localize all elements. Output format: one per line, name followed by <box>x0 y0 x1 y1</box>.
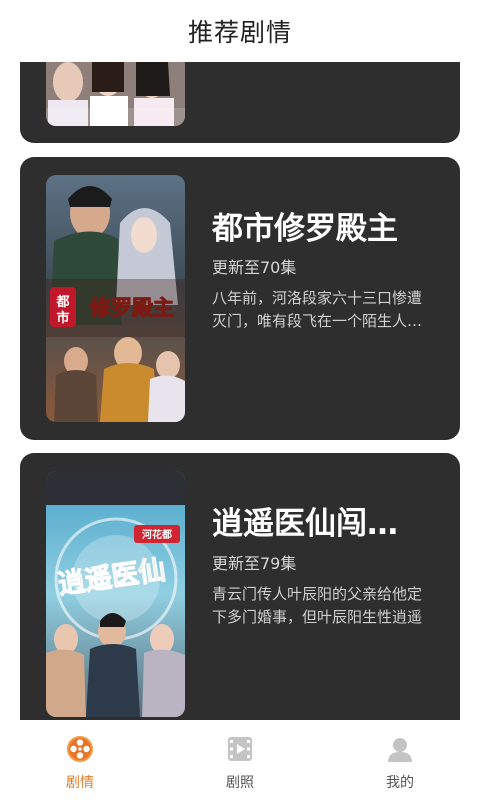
svg-text:市: 市 <box>56 310 69 326</box>
drama-card[interactable]: 都 市 修罗殿主 都市修罗殿主 更新至70集 八年前，河洛段家六十三口惨遭灭门，… <box>20 157 460 440</box>
tab-label: 我的 <box>386 775 414 791</box>
drama-update-status: 更新至79集 <box>212 554 297 573</box>
tab-label: 剧照 <box>226 775 254 791</box>
bottom-tab-bar: 剧情 剧照 我的 <box>0 720 480 800</box>
drama-description: 八年前，河洛段家六十三口惨遭灭门，唯有段飞在一个陌生人的帮助下活了下来 <box>212 289 423 330</box>
svg-text:修罗殿主: 修罗殿主 <box>89 296 174 320</box>
user-icon <box>385 734 415 764</box>
drama-description: 青云门传人叶辰阳的父亲给他定下多门婚事，但叶辰阳生性逍遥 <box>212 585 423 626</box>
drama-poster: 都 市 修罗殿主 <box>46 175 185 422</box>
tab-label: 剧情 <box>66 775 94 791</box>
drama-poster <box>46 52 185 126</box>
tab-drama[interactable]: 剧情 <box>0 720 160 800</box>
drama-title: 逍遥医仙闯… <box>212 506 398 542</box>
app-root: 都 市 修罗殿主 都市修罗殿主 更新至70集 八年前，河洛段家六十三口惨遭灭门，… <box>0 0 480 800</box>
tab-stills[interactable]: 剧照 <box>160 720 320 800</box>
drama-list[interactable]: 都 市 修罗殿主 都市修罗殿主 更新至70集 八年前，河洛段家六十三口惨遭灭门，… <box>0 0 480 720</box>
page-title: 推荐剧情 <box>187 18 292 47</box>
drama-poster: 河花都 逍遥医仙 <box>46 471 185 717</box>
drama-update-status: 更新至70集 <box>212 258 297 277</box>
drama-title: 都市修罗殿主 <box>212 211 398 247</box>
svg-text:都: 都 <box>55 294 69 310</box>
drama-card[interactable]: 河花都 逍遥医仙 逍遥医仙闯… 更新至79集 青云门传人叶辰阳的父亲给他定下多门… <box>20 453 460 720</box>
film-reel-icon <box>65 734 95 764</box>
poster-badge-text: 河花都 <box>142 528 172 541</box>
video-icon <box>225 734 255 764</box>
top-header: 推荐剧情 <box>0 0 480 62</box>
tab-mine[interactable]: 我的 <box>320 720 480 800</box>
